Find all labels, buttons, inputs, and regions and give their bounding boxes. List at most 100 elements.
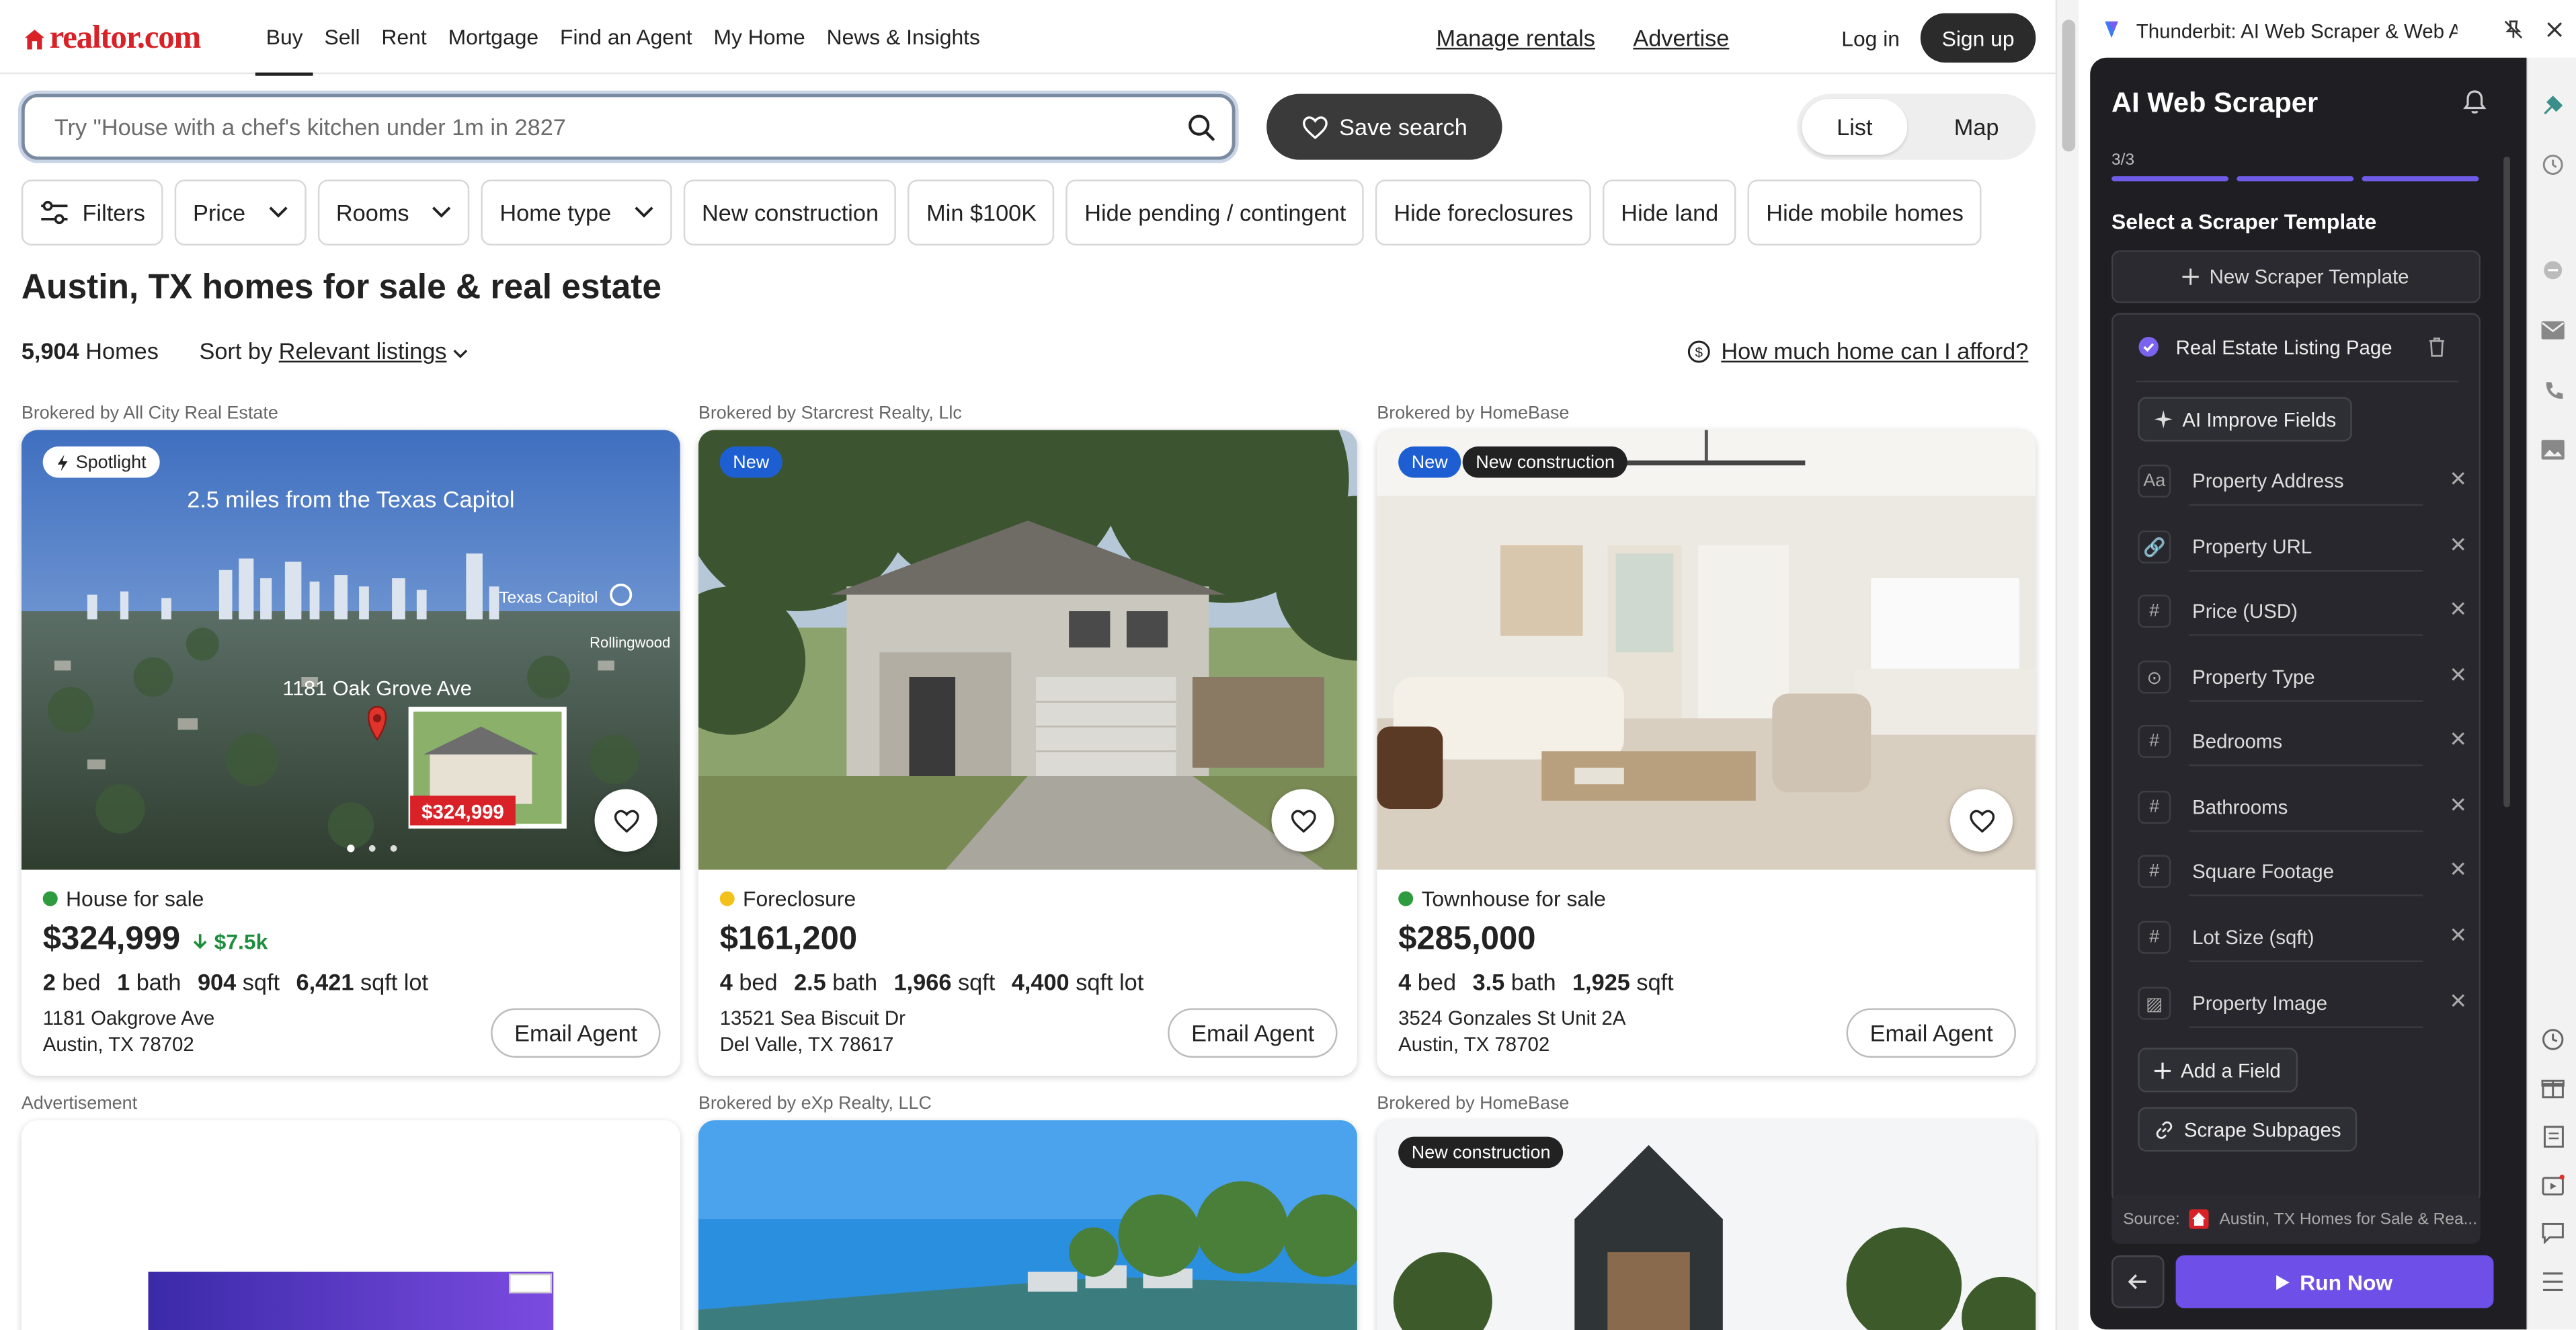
remove-field-icon[interactable]: ✕ <box>2449 793 2467 819</box>
remove-field-icon[interactable]: ✕ <box>2449 857 2467 883</box>
add-field-button[interactable]: Add a Field <box>2138 1048 2298 1093</box>
menu-icon[interactable] <box>2540 1269 2566 1295</box>
video-icon[interactable] <box>2540 1171 2566 1198</box>
scrape-subpages-button[interactable]: Scrape Subpages <box>2138 1107 2358 1152</box>
remove-field-icon[interactable]: ✕ <box>2449 662 2467 689</box>
login-link[interactable]: Log in <box>1841 26 1900 51</box>
remove-field-icon[interactable]: ✕ <box>2449 596 2467 623</box>
baths-label: bath <box>1511 968 1556 995</box>
rooms-filter[interactable]: Rooms <box>317 180 471 246</box>
unpin-icon[interactable] <box>2503 19 2523 39</box>
sort-control[interactable]: Sort by Relevant listings <box>199 338 468 364</box>
listing-card[interactable]: $324,999 2.5 miles from the Texas Capito… <box>21 430 680 1076</box>
circle-minus-icon[interactable] <box>2540 257 2566 283</box>
listing-photo[interactable]: New <box>698 430 1357 870</box>
affordability-link[interactable]: $ How much home can I afford? <box>1687 338 2028 364</box>
gift-icon[interactable] <box>2540 1074 2566 1100</box>
price-drop-value: $7.5k <box>214 929 268 954</box>
email-agent-button[interactable]: Email Agent <box>1847 1008 2016 1058</box>
remove-field-icon[interactable]: ✕ <box>2449 532 2467 558</box>
email-agent-button[interactable]: Email Agent <box>1168 1008 1338 1058</box>
listing-card[interactable]: New Foreclosure $161,200 4 bed 2.5 bath … <box>698 430 1357 1076</box>
manage-rentals-link[interactable]: Manage rentals <box>1437 24 1595 50</box>
clock-icon[interactable] <box>2540 1026 2566 1052</box>
bell-icon[interactable] <box>2462 89 2487 115</box>
field-row[interactable]: 🔗 Property URL ✕ <box>2138 527 2467 574</box>
listing-card[interactable]: New construction <box>1377 1120 2036 1330</box>
field-row[interactable]: Aa Property Address ✕ <box>2138 461 2467 508</box>
scraper-icon[interactable] <box>2540 92 2566 118</box>
document-icon[interactable] <box>2540 1124 2566 1150</box>
nav-my-home[interactable]: My Home <box>703 0 816 74</box>
hide-mobile-filter[interactable]: Hide mobile homes <box>1748 180 1982 246</box>
nav-rent[interactable]: Rent <box>371 0 438 74</box>
trash-icon[interactable] <box>2427 336 2446 358</box>
map-view-button[interactable]: Map <box>1924 99 2029 155</box>
home-type-filter[interactable]: Home type <box>481 180 672 246</box>
sidepanel-header: Thunderbit: AI Web Scraper & Web A... <box>2079 0 2576 59</box>
field-row[interactable]: ⊙ Property Type ✕ <box>2138 658 2467 704</box>
ai-improve-button[interactable]: AI Improve Fields <box>2138 397 2353 442</box>
list-view-button[interactable]: List <box>1802 99 1908 155</box>
advertise-link[interactable]: Advertise <box>1633 24 1729 50</box>
nav-mortgage[interactable]: Mortgage <box>438 0 549 74</box>
back-button[interactable] <box>2111 1255 2165 1308</box>
signup-button[interactable]: Sign up <box>1920 13 2036 63</box>
field-row[interactable]: # Bathrooms ✕ <box>2138 787 2467 834</box>
search-input[interactable] <box>54 114 1158 141</box>
hide-foreclosures-filter[interactable]: Hide foreclosures <box>1375 180 1592 246</box>
price-filter[interactable]: Price <box>175 180 307 246</box>
field-underline <box>2189 634 2423 636</box>
listing-photo[interactable]: $324,999 2.5 miles from the Texas Capito… <box>21 430 680 870</box>
page-scrollbar-thumb[interactable] <box>2062 19 2076 152</box>
hide-pending-filter[interactable]: Hide pending / contingent <box>1066 180 1365 246</box>
new-template-button[interactable]: New Scraper Template <box>2111 250 2481 303</box>
autofill-icon[interactable] <box>2540 151 2566 178</box>
run-now-button[interactable]: Run Now <box>2175 1255 2494 1308</box>
search-icon[interactable] <box>1188 114 1216 142</box>
page-scrollbar[interactable] <box>2055 0 2079 1330</box>
ad-choices-icon[interactable] <box>509 1273 552 1294</box>
save-search-button[interactable]: Save search <box>1266 93 1502 160</box>
listing-photo[interactable]: New New construction <box>1377 430 2036 870</box>
filters-button[interactable]: Filters <box>21 180 163 246</box>
chevron-down-icon <box>432 206 452 218</box>
nav-sell[interactable]: Sell <box>314 0 371 74</box>
broker-label: Brokered by eXp Realty, LLC <box>698 1093 932 1114</box>
favorite-button[interactable] <box>1271 789 1334 852</box>
nav-find-agent[interactable]: Find an Agent <box>549 0 702 74</box>
remove-field-icon[interactable]: ✕ <box>2449 923 2467 949</box>
ad-banner[interactable] <box>148 1272 554 1330</box>
image-icon[interactable] <box>2540 436 2566 463</box>
ad-card[interactable] <box>21 1120 680 1330</box>
remove-field-icon[interactable]: ✕ <box>2449 727 2467 753</box>
close-icon[interactable] <box>2546 22 2563 38</box>
favorite-button[interactable] <box>1949 789 2013 852</box>
advertisement-label: Advertisement <box>21 1093 138 1114</box>
new-construction-filter[interactable]: New construction <box>684 180 897 246</box>
remove-field-icon[interactable]: ✕ <box>2449 466 2467 492</box>
remove-field-icon[interactable]: ✕ <box>2449 988 2467 1015</box>
min-price-filter[interactable]: Min $100K <box>908 180 1055 246</box>
realtor-logo[interactable]: realtor.com <box>23 19 201 57</box>
field-row[interactable]: # Bedrooms ✕ <box>2138 721 2467 768</box>
run-now-label: Run Now <box>2300 1269 2393 1294</box>
sidepanel-title: Thunderbit: AI Web Scraper & Web A... <box>2136 19 2458 43</box>
nav-buy[interactable]: Buy <box>255 0 315 76</box>
mail-icon[interactable] <box>2540 316 2566 342</box>
field-row[interactable]: # Price (USD) ✕ <box>2138 592 2467 638</box>
nav-news[interactable]: News & Insights <box>816 0 991 74</box>
field-row[interactable]: # Square Footage ✕ <box>2138 852 2467 898</box>
email-agent-button[interactable]: Email Agent <box>491 1008 661 1058</box>
hide-land-filter[interactable]: Hide land <box>1603 180 1737 246</box>
panel-scrollbar[interactable] <box>2503 156 2510 808</box>
phone-icon[interactable] <box>2540 377 2566 403</box>
listing-card[interactable]: New New construction Townhouse for sale … <box>1377 430 2036 1076</box>
save-search-label: Save search <box>1339 114 1467 141</box>
listing-card[interactable] <box>698 1120 1357 1330</box>
field-row[interactable]: # Lot Size (sqft) ✕ <box>2138 918 2467 964</box>
chat-icon[interactable] <box>2540 1219 2566 1245</box>
template-header[interactable]: Real Estate Listing Page <box>2114 328 2483 368</box>
favorite-button[interactable] <box>594 789 657 852</box>
field-row[interactable]: ▨ Property Image ✕ <box>2138 984 2467 1030</box>
